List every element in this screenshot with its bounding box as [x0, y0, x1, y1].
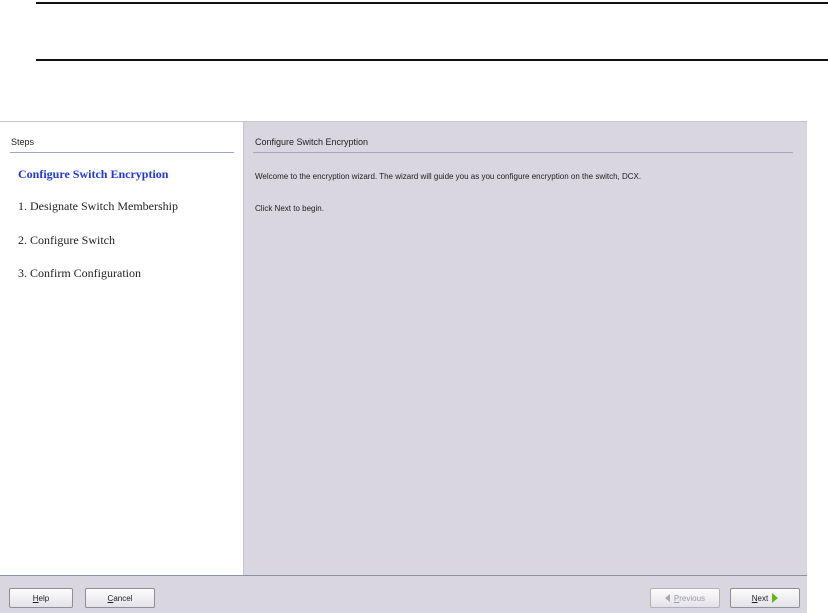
begin-instruction: Click Next to begin. [255, 204, 324, 213]
help-button[interactable]: Help [9, 588, 73, 608]
encryption-wizard: Steps Configure Switch Encryption 1. Des… [0, 121, 807, 613]
triangle-left-icon [664, 594, 670, 602]
previous-label-rest: revious [679, 593, 706, 603]
triangle-right-icon [772, 593, 779, 603]
next-button[interactable]: Next [730, 588, 800, 608]
steps-divider [10, 152, 234, 153]
document-rule-bottom [36, 59, 828, 61]
steps-panel: Steps Configure Switch Encryption 1. Des… [0, 122, 244, 575]
step-configure-switch-encryption[interactable]: Configure Switch Encryption [18, 167, 168, 182]
button-bar: Help Cancel Previous Next [0, 575, 807, 613]
content-title: Configure Switch Encryption [255, 137, 369, 147]
previous-button[interactable]: Previous [650, 588, 720, 608]
content-divider [253, 152, 793, 153]
document-rule-top [36, 2, 828, 4]
content-panel: Configure Switch Encryption Welcome to t… [245, 122, 807, 575]
step-confirm-configuration[interactable]: 3. Confirm Configuration [18, 266, 141, 281]
cancel-label-rest: ancel [113, 593, 133, 603]
steps-header: Steps [11, 137, 35, 147]
cancel-button[interactable]: Cancel [85, 588, 155, 608]
step-designate-switch-membership[interactable]: 1. Designate Switch Membership [18, 199, 178, 214]
next-label-rest: ext [757, 593, 769, 603]
help-label-rest: elp [38, 593, 50, 603]
step-configure-switch[interactable]: 2. Configure Switch [18, 233, 115, 248]
welcome-text: Welcome to the encryption wizard. The wi… [255, 172, 642, 181]
